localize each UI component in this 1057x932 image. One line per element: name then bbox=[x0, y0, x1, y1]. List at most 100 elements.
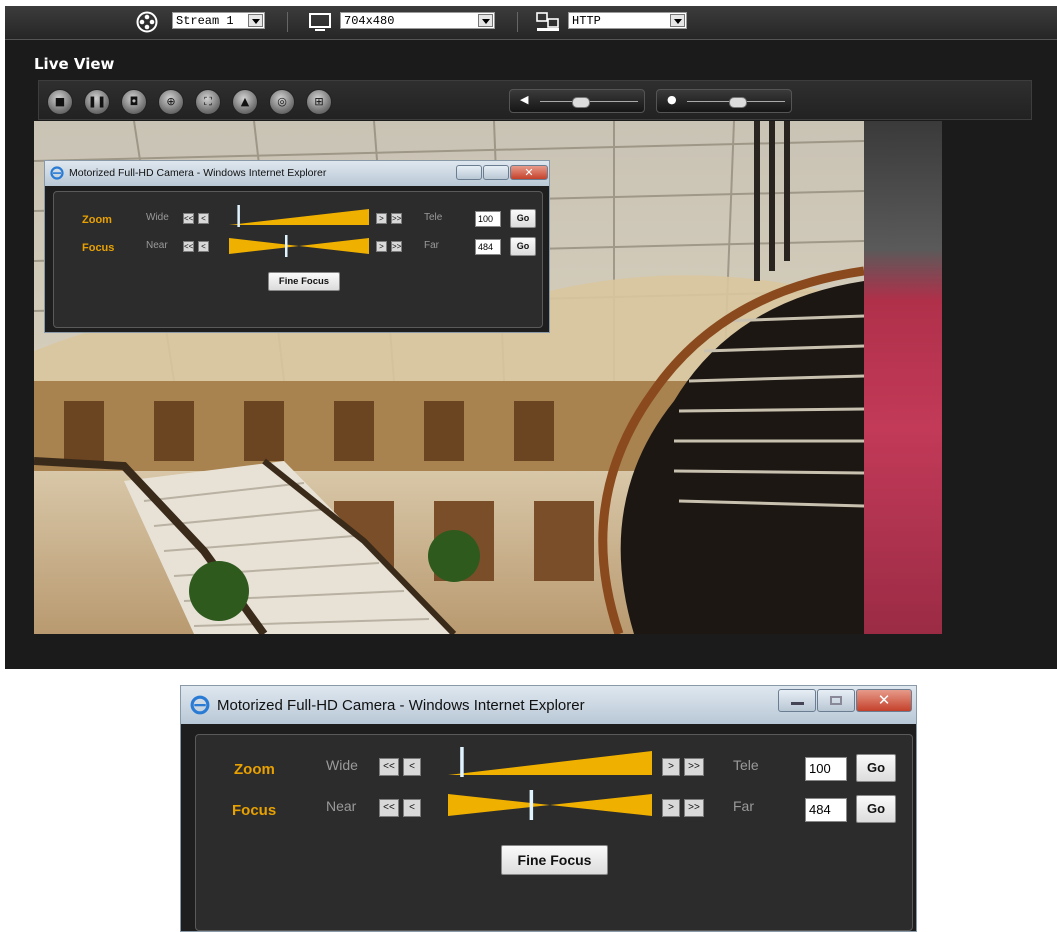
stop-icon: ■ bbox=[54, 95, 66, 108]
minimize-button[interactable] bbox=[778, 689, 816, 712]
mic-volume-slider[interactable]: ● bbox=[656, 89, 792, 113]
stream-select[interactable]: Stream 1 bbox=[172, 12, 265, 29]
divider bbox=[517, 12, 518, 32]
zoom-slider[interactable] bbox=[448, 747, 652, 777]
target-icon: ◎ bbox=[277, 95, 287, 108]
focus-far-fast-button[interactable]: >> bbox=[684, 799, 704, 817]
focus-go-button[interactable]: Go bbox=[856, 795, 896, 823]
film-reel-icon bbox=[136, 11, 158, 33]
wide-label: Wide bbox=[146, 212, 169, 223]
zoom-go-button[interactable]: Go bbox=[510, 209, 536, 228]
zoom-wide-step-button[interactable]: < bbox=[198, 213, 209, 224]
window-title: Motorized Full-HD Camera - Windows Inter… bbox=[217, 697, 585, 714]
fine-focus-button[interactable]: Fine Focus bbox=[268, 272, 340, 291]
far-label: Far bbox=[733, 798, 754, 814]
focus-slider-handle bbox=[285, 235, 288, 257]
focus-slider[interactable] bbox=[229, 235, 369, 257]
zoom-tele-fast-button[interactable]: >> bbox=[391, 213, 402, 224]
focus-near-step-button[interactable]: < bbox=[403, 799, 421, 817]
resolution-select[interactable]: 704x480 bbox=[340, 12, 495, 29]
digital-zoom-button[interactable]: ⊕ bbox=[158, 89, 184, 115]
ie-logo-icon bbox=[190, 695, 210, 715]
zoom-label: Zoom bbox=[234, 761, 275, 778]
title-bar: Motorized Full-HD Camera - Windows Inter… bbox=[181, 686, 916, 724]
near-label: Near bbox=[326, 798, 357, 814]
pause-icon: ❚❚ bbox=[87, 95, 107, 108]
focus-go-button[interactable]: Go bbox=[510, 237, 536, 256]
close-icon: ✕ bbox=[877, 691, 891, 709]
zoom-value-field[interactable]: 100 bbox=[805, 757, 847, 781]
stream-select-value: Stream 1 bbox=[176, 14, 234, 28]
grid-button[interactable]: ⊞ bbox=[306, 89, 332, 115]
camera-control-popup-small: Motorized Full-HD Camera - Windows Inter… bbox=[44, 160, 550, 333]
maximize-button[interactable] bbox=[483, 165, 509, 180]
focus-near-step-button[interactable]: < bbox=[198, 241, 209, 252]
snapshot-button[interactable]: ◘ bbox=[121, 89, 147, 115]
window-title: Motorized Full-HD Camera - Windows Inter… bbox=[69, 167, 327, 179]
fine-focus-button[interactable]: Fine Focus bbox=[501, 845, 608, 875]
close-button[interactable]: ✕ bbox=[856, 689, 912, 712]
zoom-tele-fast-button[interactable]: >> bbox=[684, 758, 704, 776]
grid-icon: ⊞ bbox=[314, 95, 324, 108]
focus-slider-handle bbox=[529, 790, 534, 820]
zoom-value-field[interactable]: 100 bbox=[475, 211, 501, 227]
zoom-wide-fast-button[interactable]: << bbox=[183, 213, 194, 224]
focus-far-step-button[interactable]: > bbox=[376, 241, 387, 252]
speaker-volume-slider[interactable]: ◀ bbox=[509, 89, 645, 113]
close-icon: ✕ bbox=[524, 166, 534, 179]
slider-handle[interactable] bbox=[729, 97, 747, 108]
minimize-button[interactable] bbox=[456, 165, 482, 180]
near-label: Near bbox=[146, 240, 168, 251]
focus-near-fast-button[interactable]: << bbox=[183, 241, 194, 252]
record-icon: ▲ bbox=[240, 95, 250, 108]
maximize-icon bbox=[830, 696, 842, 705]
zoom-label: Zoom bbox=[82, 214, 112, 226]
zoom-go-button[interactable]: Go bbox=[856, 754, 896, 782]
far-label: Far bbox=[424, 240, 439, 251]
zoom-slider-handle bbox=[460, 747, 464, 777]
zoom-wide-fast-button[interactable]: << bbox=[379, 758, 399, 776]
fullscreen-button[interactable]: ⛶ bbox=[195, 89, 221, 115]
focus-label: Focus bbox=[82, 242, 115, 254]
zoom-wide-step-button[interactable]: < bbox=[403, 758, 421, 776]
camera-icon: ◘ bbox=[129, 95, 139, 108]
zoom-tele-step-button[interactable]: > bbox=[662, 758, 680, 776]
microphone-icon: ● bbox=[667, 93, 677, 106]
close-button[interactable]: ✕ bbox=[510, 165, 548, 180]
ptz-control-panel: Zoom Wide << < > >> Tele 100 Go Focus Ne… bbox=[195, 734, 913, 931]
ptz-control-panel: Zoom Wide << < > >> Tele 100 Go Focus Ne… bbox=[53, 191, 543, 328]
focus-value-field[interactable]: 484 bbox=[475, 239, 501, 255]
top-toolbar: Stream 1 704x480 HTTP bbox=[5, 6, 1057, 40]
slider-handle[interactable] bbox=[572, 97, 590, 108]
tele-label: Tele bbox=[733, 757, 759, 773]
pause-button[interactable]: ❚❚ bbox=[84, 89, 110, 115]
focus-label: Focus bbox=[232, 802, 277, 819]
page-title: Live View bbox=[34, 55, 115, 73]
video-edge-area bbox=[864, 121, 942, 634]
network-icon bbox=[536, 12, 559, 31]
resolution-select-value: 704x480 bbox=[344, 14, 395, 28]
chevron-down-icon[interactable] bbox=[670, 14, 685, 27]
focus-far-step-button[interactable]: > bbox=[662, 799, 680, 817]
focus-slider[interactable] bbox=[448, 790, 652, 820]
maximize-button[interactable] bbox=[817, 689, 855, 712]
camera-control-popup-large: Motorized Full-HD Camera - Windows Inter… bbox=[180, 685, 917, 932]
protocol-select[interactable]: HTTP bbox=[568, 12, 687, 29]
protocol-select-value: HTTP bbox=[572, 14, 601, 28]
focus-near-fast-button[interactable]: << bbox=[379, 799, 399, 817]
stop-button[interactable]: ■ bbox=[47, 89, 73, 115]
zoom-tele-step-button[interactable]: > bbox=[376, 213, 387, 224]
focus-value-field[interactable]: 484 bbox=[805, 798, 847, 822]
magnifier-icon: ⊕ bbox=[166, 95, 176, 108]
fullscreen-icon: ⛶ bbox=[204, 95, 212, 108]
focus-far-fast-button[interactable]: >> bbox=[391, 241, 402, 252]
chevron-down-icon[interactable] bbox=[478, 14, 493, 27]
divider bbox=[287, 12, 288, 32]
record-button[interactable]: ▲ bbox=[232, 89, 258, 115]
live-view-toolbar: ■ ❚❚ ◘ ⊕ ⛶ ▲ ◎ ⊞ ◀ ● bbox=[38, 80, 1032, 120]
zoom-slider[interactable] bbox=[229, 205, 369, 227]
settings-button[interactable]: ◎ bbox=[269, 89, 295, 115]
title-bar: Motorized Full-HD Camera - Windows Inter… bbox=[45, 161, 549, 186]
chevron-down-icon[interactable] bbox=[248, 14, 263, 27]
speaker-icon: ◀ bbox=[520, 93, 529, 106]
